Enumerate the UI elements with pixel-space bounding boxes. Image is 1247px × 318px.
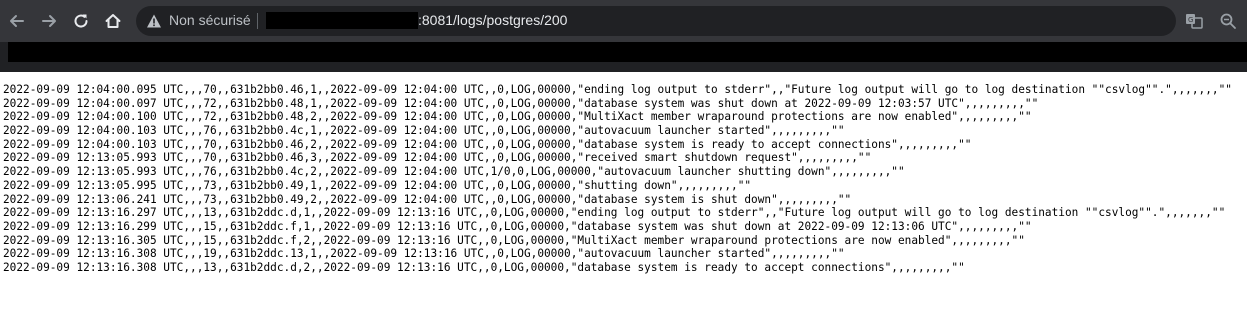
url-text[interactable]: :8081/logs/postgres/200 — [418, 12, 567, 28]
back-arrow-icon — [8, 12, 26, 30]
log-line: 2022-09-09 12:04:00.097 UTC,,,72,,631b2b… — [3, 96, 1039, 110]
warning-triangle-icon[interactable] — [146, 13, 162, 29]
security-status-label[interactable]: Non sécurisé — [169, 12, 251, 28]
forward-button[interactable] — [37, 9, 61, 33]
reload-icon — [72, 12, 90, 30]
bookmarks-bar — [0, 42, 1247, 72]
zoom-out-icon[interactable] — [1219, 12, 1237, 30]
log-line: 2022-09-09 12:13:16.297 UTC,,,13,,631b2d… — [3, 206, 1226, 220]
browser-chrome: Non sécurisé :8081/logs/postgres/200 G — [0, 0, 1247, 72]
reload-button[interactable] — [69, 9, 93, 33]
redacted-bookmarks — [8, 42, 1247, 62]
back-button[interactable] — [5, 9, 29, 33]
log-line: 2022-09-09 12:04:00.103 UTC,,,76,,631b2b… — [3, 124, 845, 138]
log-line: 2022-09-09 12:13:06.241 UTC,,,73,,631b2b… — [3, 192, 852, 206]
log-line: 2022-09-09 12:13:16.305 UTC,,,15,,631b2d… — [3, 233, 1025, 247]
log-line: 2022-09-09 12:04:00.100 UTC,,,72,,631b2b… — [3, 110, 1032, 124]
log-output: 2022-09-09 12:04:00.095 UTC,,,70,,631b2b… — [3, 83, 1243, 275]
log-line: 2022-09-09 12:04:00.103 UTC,,,70,,631b2b… — [3, 137, 972, 151]
log-line: 2022-09-09 12:13:05.993 UTC,,,70,,631b2b… — [3, 151, 872, 165]
log-line: 2022-09-09 12:13:16.299 UTC,,,15,,631b2d… — [3, 219, 1032, 233]
redacted-host — [266, 12, 418, 29]
browser-toolbar: Non sécurisé :8081/logs/postgres/200 G — [0, 0, 1247, 42]
log-line: 2022-09-09 12:13:05.995 UTC,,,73,,631b2b… — [3, 178, 752, 192]
translate-icon[interactable]: G — [1185, 12, 1203, 30]
log-line: 2022-09-09 12:13:16.308 UTC,,,13,,631b2d… — [3, 260, 965, 274]
log-line: 2022-09-09 12:13:16.308 UTC,,,19,,631b2d… — [3, 247, 845, 261]
home-button[interactable] — [101, 9, 125, 33]
log-line: 2022-09-09 12:13:05.993 UTC,,,76,,631b2b… — [3, 165, 905, 179]
forward-arrow-icon — [40, 12, 58, 30]
address-bar[interactable]: Non sécurisé :8081/logs/postgres/200 — [136, 6, 1176, 36]
home-icon — [104, 12, 122, 30]
log-line: 2022-09-09 12:04:00.095 UTC,,,70,,631b2b… — [3, 83, 1232, 96]
omnibox-divider — [257, 13, 258, 29]
svg-text:G: G — [1188, 16, 1193, 24]
